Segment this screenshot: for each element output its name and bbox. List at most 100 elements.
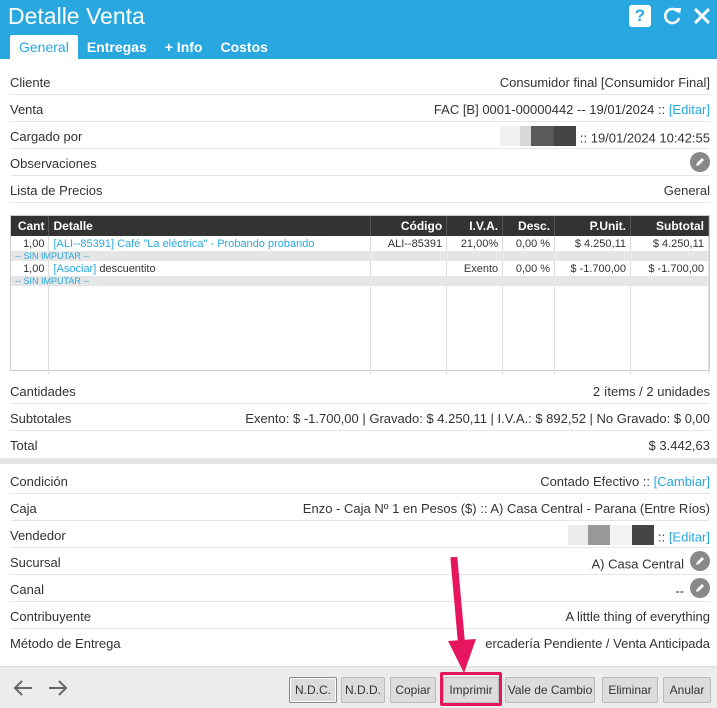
subtotales-label: Subtotales [10,411,72,426]
refresh-icon[interactable] [661,5,683,27]
cell-punit: $ -1.700,00 [554,261,632,276]
table-row: 1,00 [ALI--85391] Café "La eléctrica" - … [11,236,709,251]
vendedor-value: :: [Editar] [568,525,710,548]
col-desc: Desc. [502,216,556,236]
contribuyente-value: A little thing of everything [565,609,710,624]
lista-label: Lista de Precios [10,183,103,198]
subtotales-value: Exento: $ -1.700,00 | Gravado: $ 4.250,1… [245,411,710,426]
asociar-link[interactable]: [Asociar] [53,263,96,275]
row-cantidades: Cantidades 2 ítems / 2 unidades [10,377,710,404]
arrow-left-icon[interactable] [12,677,34,705]
observaciones-label: Observaciones [10,156,97,171]
section-divider [0,458,717,464]
cantidades-value: 2 ítems / 2 unidades [592,384,710,399]
cell-detalle: [ALI--85391] Café "La eléctrica" - Proba… [48,236,372,251]
table-note-row: -- SIN IMPUTAR -- [11,251,709,261]
redacted-block [610,525,633,545]
redacted-block [568,525,589,545]
cargado-value: :: 19/01/2024 10:42:55 [500,126,710,149]
cell-desc: 0,00 % [502,261,556,276]
caja-label: Caja [10,501,37,516]
tab-info[interactable]: + Info [156,35,212,59]
sin-imputar-note: -- SIN IMPUTAR -- [11,276,709,286]
ndc-button[interactable]: N.D.C. [289,677,337,703]
col-detalle: Detalle [48,216,372,236]
cell-cant: 1,00 [11,236,50,251]
cell-detalle: [Asociar] descuentito [48,261,372,276]
anular-button[interactable]: Anular [663,677,711,703]
sucursal-text: A) Casa Central [591,556,684,572]
cell-iva: 21,00% [446,236,504,251]
col-punit: P.Unit. [554,216,632,236]
vendedor-label: Vendedor [10,528,66,543]
metodo-label: Método de Entrega [10,636,121,651]
cantidades-label: Cantidades [10,384,76,399]
vendedor-editar-link[interactable]: [Editar] [669,529,710,544]
arrow-right-icon[interactable] [47,677,69,705]
row-metodo-entrega: Método de Entrega ercadería Pendiente / … [10,629,710,656]
pencil-icon[interactable] [690,152,710,172]
table-note-row: -- SIN IMPUTAR -- [11,276,709,286]
highlight-box [440,672,502,706]
ndd-button[interactable]: N.D.D. [341,677,385,703]
table-empty-row [11,286,709,374]
cargado-timestamp: :: 19/01/2024 10:42:55 [579,130,710,146]
canal-value: -- [675,578,710,602]
venta-label: Venta [10,102,44,117]
redacted-block [520,126,577,146]
close-icon[interactable] [691,5,713,27]
cambiar-link[interactable]: [Cambiar] [654,474,710,489]
tab-entregas[interactable]: Entregas [78,35,156,59]
col-codigo: Código [370,216,448,236]
item-link[interactable]: [ALI--85391] Café "La eléctrica" - Proba… [53,238,314,250]
row-observaciones: Observaciones [10,149,710,176]
observaciones-value [684,152,710,176]
cargado-label: Cargado por [10,129,83,144]
cliente-label: Cliente [10,75,51,90]
cell-iva: Exento [446,261,504,276]
table-row: 1,00 [Asociar] descuentito Exento 0,00 %… [11,261,709,276]
redacted-block [588,525,611,545]
eliminar-button[interactable]: Eliminar [602,677,658,703]
tab-costos[interactable]: Costos [211,35,276,59]
row-venta: Venta FAC [B] 0001-00000442 -- 19/01/202… [10,95,710,122]
cliente-link[interactable]: Consumidor final [Consumidor Final] [500,75,710,90]
row-lista-precios: Lista de Precios General [10,176,710,203]
cell-codigo [370,261,448,276]
vale-de-cambio-button[interactable]: Vale de Cambio [505,677,595,703]
items-table: Cant Detalle Código I.V.A. Desc. P.Unit.… [10,215,710,374]
redacted-block [632,525,655,545]
canal-label: Canal [10,582,44,597]
lista-value: General [663,183,710,198]
pencil-icon[interactable] [690,551,710,571]
row-cliente: Cliente Consumidor final [Consumidor Fin… [10,68,710,95]
sucursal-value: A) Casa Central [591,551,710,575]
row-contribuyente: Contribuyente A little thing of everythi… [10,602,710,629]
footer-toolbar: N.D.C. N.D.D. Copiar Imprimir Vale de Ca… [0,666,717,708]
copiar-button[interactable]: Copiar [390,677,436,703]
cell-punit: $ 4.250,11 [554,236,632,251]
venta-value: FAC [B] 0001-00000442 -- 19/01/2024 :: [… [434,102,710,117]
total-label: Total [10,438,38,453]
pointer-arrow-icon [448,557,476,673]
col-iva: I.V.A. [446,216,504,236]
tab-general[interactable]: General [10,35,78,59]
pencil-icon[interactable] [690,578,710,598]
redacted-block [500,126,521,146]
cell-subtotal: $ 4.250,11 [630,236,709,251]
condicion-label: Condición [10,474,68,489]
tab-bar: General Entregas + Info Costos [10,35,277,59]
row-condicion: Condición Contado Efectivo :: [Cambiar] [10,467,710,494]
canal-text: -- [675,583,684,599]
cell-desc: 0,00 % [502,236,556,251]
venta-editar-link[interactable]: [Editar] [669,102,710,117]
cell-codigo: ALI--85391 [370,236,448,251]
contribuyente-label: Contribuyente [10,609,91,624]
help-icon[interactable]: ? [629,5,651,27]
venta-number: FAC [B] 0001-00000442 -- 19/01/2024 :: [433,102,669,117]
col-subtotal: Subtotal [630,216,709,236]
vendedor-sep: :: [654,529,669,545]
col-cant: Cant [11,216,50,236]
sin-imputar-note: -- SIN IMPUTAR -- [11,251,709,261]
row-vendedor: Vendedor :: [Editar] [10,521,710,548]
